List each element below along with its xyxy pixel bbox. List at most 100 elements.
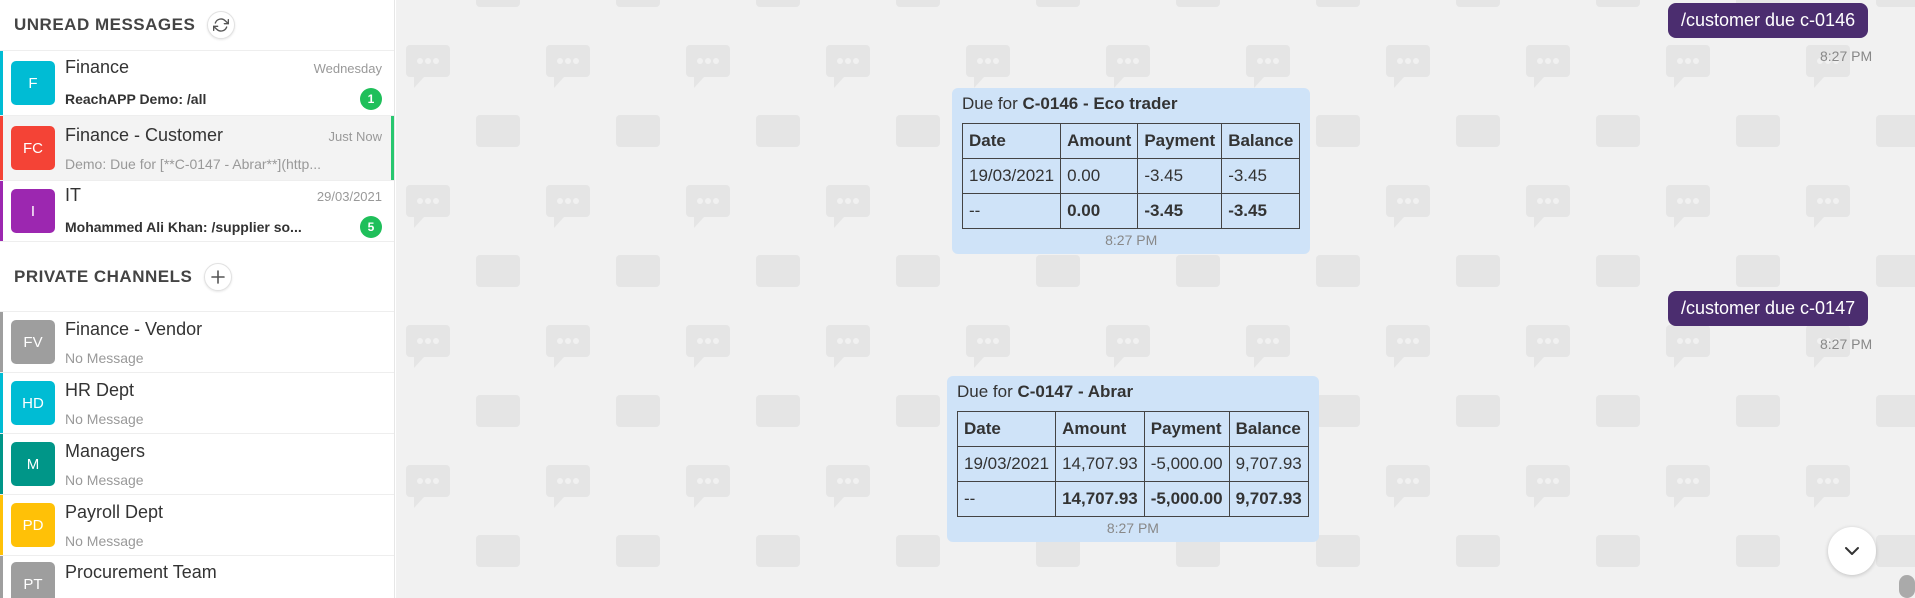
private-channels-title: PRIVATE CHANNELS bbox=[14, 266, 193, 286]
column-header: Balance bbox=[1228, 411, 1309, 447]
channel-time: Wednesday bbox=[313, 60, 382, 76]
column-header: Payment bbox=[1143, 411, 1230, 447]
table-row: 19/03/2021 14,707.93 -5,000.00 9,707.93 bbox=[956, 446, 1309, 482]
channel-preview: ReachAPP Demo: /all bbox=[65, 90, 207, 107]
channel-name: Procurement Team bbox=[65, 562, 217, 582]
table-cell: -3.45 bbox=[1221, 158, 1301, 194]
card-title-customer: C-0147 - Abrar bbox=[1017, 382, 1134, 401]
channel-item-hr-dept[interactable]: HD HR Dept No Message bbox=[0, 373, 394, 434]
column-header: Payment bbox=[1137, 123, 1223, 159]
table-total-row: -- 14,707.93 -5,000.00 9,707.93 bbox=[956, 481, 1309, 517]
channel-name: Finance - Customer bbox=[65, 124, 224, 145]
item-accent-bar bbox=[0, 116, 3, 180]
unread-messages-header: UNREAD MESSAGES bbox=[0, 0, 394, 50]
channel-time: Just Now bbox=[328, 128, 382, 144]
channel-name: Payroll Dept bbox=[65, 501, 164, 522]
channel-preview: No Message bbox=[65, 471, 144, 488]
refresh-button[interactable] bbox=[207, 11, 236, 39]
channel-item-procurement-team[interactable]: PT Procurement Team bbox=[0, 556, 394, 598]
avatar: HD bbox=[11, 381, 55, 425]
table-cell: -3.45 bbox=[1137, 158, 1223, 194]
table-cell: -3.45 bbox=[1221, 193, 1301, 229]
card-title-customer: C-0146 - Eco trader bbox=[1022, 94, 1178, 113]
table-cell: -3.45 bbox=[1137, 193, 1223, 229]
channel-name: Finance bbox=[65, 56, 130, 77]
private-list: FV Finance - Vendor No Message HD HR Dep… bbox=[0, 311, 394, 598]
due-card: Due for C-0146 - Eco trader Date Amount … bbox=[952, 88, 1311, 254]
table-cell: -5,000.00 bbox=[1143, 481, 1230, 517]
due-table: Date Amount Payment Balance 19/03/2021 0… bbox=[961, 123, 1301, 229]
active-indicator bbox=[391, 116, 394, 180]
avatar: FC bbox=[11, 126, 55, 170]
table-cell: 14,707.93 bbox=[1055, 446, 1145, 482]
item-accent-bar bbox=[0, 495, 3, 555]
table-cell: 14,707.93 bbox=[1055, 481, 1145, 517]
add-channel-button[interactable] bbox=[204, 262, 233, 291]
item-accent-bar bbox=[0, 373, 3, 433]
channel-item-finance[interactable]: F Finance Wednesday ReachAPP Demo: /all … bbox=[0, 51, 394, 116]
channel-name: Managers bbox=[65, 440, 146, 461]
avatar: M bbox=[11, 442, 55, 486]
table-cell: 0.00 bbox=[1060, 193, 1139, 229]
table-total-row: -- 0.00 -3.45 -3.45 bbox=[961, 193, 1301, 229]
channel-preview: No Message bbox=[65, 349, 144, 366]
table-cell: -- bbox=[961, 193, 1062, 229]
unread-badge: 1 bbox=[360, 87, 382, 110]
sidebar: UNREAD MESSAGES F Finance Wednesday Reac… bbox=[0, 0, 395, 598]
unread-badge: 5 bbox=[360, 215, 382, 238]
channel-name: IT bbox=[65, 184, 81, 205]
card-time: 8:27 PM bbox=[1106, 520, 1159, 536]
avatar: PT bbox=[11, 562, 55, 598]
avatar: I bbox=[11, 189, 55, 233]
outgoing-message: /customer due c-0147 bbox=[1668, 291, 1869, 326]
column-header: Amount bbox=[1060, 123, 1139, 159]
column-header: Balance bbox=[1221, 123, 1301, 159]
card-title: Due for C-0147 - Abrar bbox=[957, 382, 1309, 402]
avatar: F bbox=[11, 61, 55, 105]
channel-name: Finance - Vendor bbox=[65, 318, 203, 339]
avatar: PD bbox=[11, 503, 55, 547]
avatar: FV bbox=[11, 320, 55, 364]
channel-preview: Demo: Due for [**C-0147 - Abrar**](http.… bbox=[65, 155, 321, 172]
channel-preview: No Message bbox=[65, 532, 144, 549]
channel-item-finance-vendor[interactable]: FV Finance - Vendor No Message bbox=[0, 312, 394, 373]
table-cell: 9,707.93 bbox=[1228, 446, 1309, 482]
channel-item-it[interactable]: I IT 29/03/2021 Mohammed Ali Khan: /supp… bbox=[0, 181, 394, 242]
channel-item-finance-customer[interactable]: FC Finance - Customer Just Now Demo: Due… bbox=[0, 116, 394, 181]
table-cell: 19/03/2021 bbox=[956, 446, 1057, 482]
chat-area: /customer due c-0146 8:27 PM Due for C-0… bbox=[396, 0, 1915, 598]
table-cell: -- bbox=[956, 481, 1057, 517]
table-cell: -5,000.00 bbox=[1143, 446, 1230, 482]
table-cell: 9,707.93 bbox=[1228, 481, 1309, 517]
item-accent-bar bbox=[0, 434, 3, 494]
card-time: 8:27 PM bbox=[1105, 232, 1158, 248]
unread-list: F Finance Wednesday ReachAPP Demo: /all … bbox=[0, 50, 394, 242]
channel-preview: Mohammed Ali Khan: /supplier so... bbox=[65, 218, 302, 235]
message-time: 8:27 PM bbox=[1820, 48, 1873, 64]
chevron-down-icon bbox=[1845, 547, 1859, 555]
table-cell: 0.00 bbox=[1060, 158, 1139, 194]
item-accent-bar bbox=[0, 556, 3, 598]
channel-item-managers[interactable]: M Managers No Message bbox=[0, 434, 394, 495]
channel-name: HR Dept bbox=[65, 379, 135, 400]
due-card: Due for C-0147 - Abrar Date Amount Payme… bbox=[947, 376, 1319, 542]
table-row: 19/03/2021 0.00 -3.45 -3.45 bbox=[961, 158, 1301, 194]
scroll-to-bottom-button[interactable] bbox=[1828, 527, 1876, 575]
refresh-icon bbox=[213, 18, 230, 32]
channel-item-payroll-dept[interactable]: PD Payroll Dept No Message bbox=[0, 495, 394, 556]
message-time: 8:27 PM bbox=[1820, 336, 1873, 352]
column-header: Date bbox=[956, 411, 1057, 447]
card-title-prefix: Due for bbox=[962, 94, 1018, 113]
item-accent-bar bbox=[0, 312, 3, 372]
outgoing-message: /customer due c-0146 bbox=[1668, 3, 1869, 38]
column-header: Date bbox=[961, 123, 1062, 159]
table-cell: 19/03/2021 bbox=[961, 158, 1062, 194]
card-title: Due for C-0146 - Eco trader bbox=[962, 94, 1300, 114]
channel-time: 29/03/2021 bbox=[316, 188, 382, 204]
item-accent-bar bbox=[0, 51, 3, 115]
due-table: Date Amount Payment Balance 19/03/2021 1… bbox=[956, 411, 1309, 517]
channel-preview: No Message bbox=[65, 410, 144, 427]
column-header: Amount bbox=[1055, 411, 1145, 447]
item-accent-bar bbox=[0, 181, 3, 241]
scrollbar-thumb[interactable] bbox=[1899, 575, 1915, 598]
